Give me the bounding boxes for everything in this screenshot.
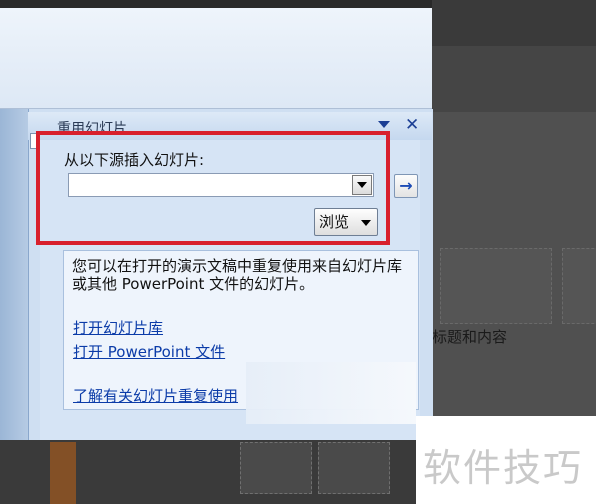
open-powerpoint-file-link[interactable]: 打开 PowerPoint 文件 [73, 341, 225, 362]
layout-thumbnail[interactable] [440, 248, 552, 324]
slides-panel [0, 109, 28, 440]
layout-thumbnail[interactable] [562, 248, 596, 324]
watermark-text: 软件技巧 [423, 446, 584, 490]
info-text: 您可以在打开的演示文稿中重复使用来自幻灯片库或其他 PowerPoint 文件的… [72, 257, 403, 293]
background-accent [50, 442, 76, 504]
pane-close-icon[interactable]: ✕ [405, 115, 419, 135]
background-toolbar [432, 0, 596, 46]
pane-options-icon[interactable] [378, 121, 390, 128]
open-slide-library-link[interactable]: 打开幻灯片库 [73, 317, 163, 338]
layout-label: 标题和内容 [432, 328, 508, 346]
layout-thumbnail[interactable] [318, 442, 390, 494]
highlight-annotation [36, 131, 390, 245]
learn-more-link[interactable]: 了解有关幻灯片重复使用 [73, 385, 238, 406]
layout-thumbnail[interactable] [240, 442, 312, 494]
go-arrow-icon[interactable]: → [394, 174, 418, 198]
ribbon-area [0, 8, 432, 109]
blurred-region [246, 362, 416, 424]
